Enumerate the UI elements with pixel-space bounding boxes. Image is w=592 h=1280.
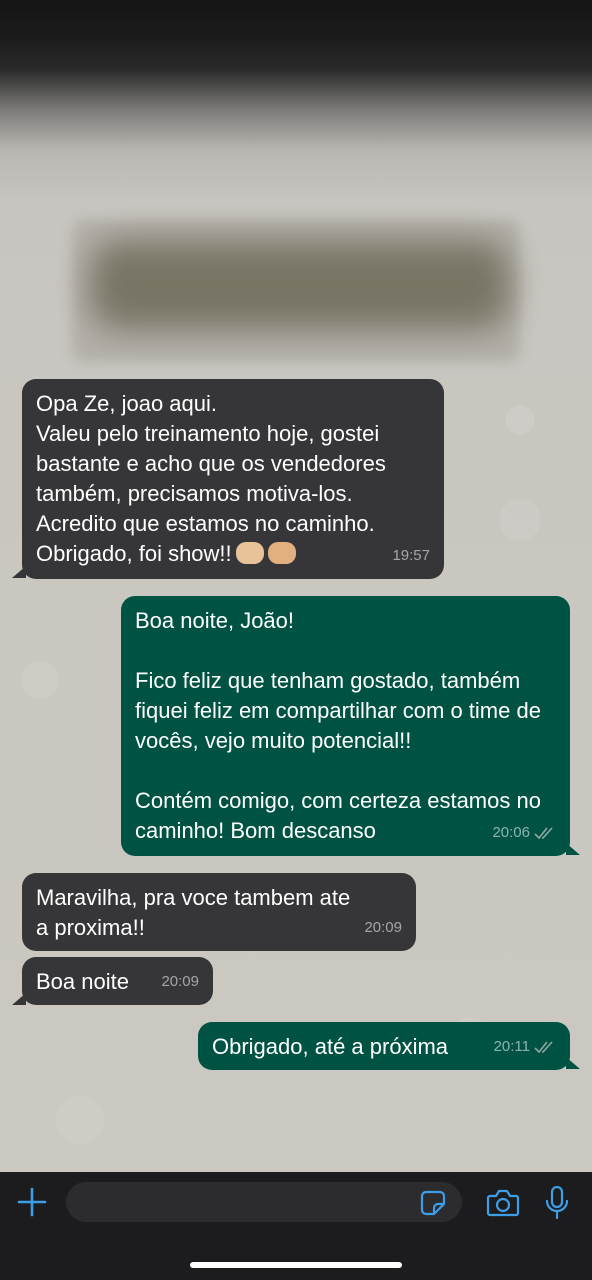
message-input[interactable] <box>66 1182 462 1222</box>
home-indicator[interactable] <box>190 1262 402 1268</box>
message-time: 20:09 <box>161 973 199 990</box>
message-meta: 20:09 <box>161 967 199 997</box>
message-meta: 20:06 <box>492 818 556 848</box>
microphone-icon[interactable] <box>544 1185 570 1221</box>
message-text: Opa Ze, joao aqui. Valeu pelo treinament… <box>36 391 386 566</box>
camera-icon[interactable] <box>486 1188 520 1218</box>
message-meta: 20:09 <box>364 913 402 943</box>
message-meta: 20:11 <box>494 1032 556 1062</box>
blurred-message-content <box>90 240 510 330</box>
message-bubble-outgoing[interactable]: Obrigado, até a próxima 20:11 <box>198 1022 570 1070</box>
sticker-icon[interactable] <box>420 1190 446 1216</box>
message-meta: 19:57 <box>392 541 430 571</box>
plus-icon[interactable] <box>16 1186 48 1218</box>
message-time: 20:09 <box>364 919 402 936</box>
message-time: 20:11 <box>493 1038 530 1055</box>
message-text: Boa noite, João! Fico feliz que tenham g… <box>135 608 541 843</box>
handshake-emoji <box>267 542 296 564</box>
message-bubble-incoming[interactable]: Boa noite 20:09 <box>22 957 213 1005</box>
message-bubble-incoming[interactable]: Maravilha, pra voce tambem ate a proxima… <box>22 873 416 951</box>
message-time: 19:57 <box>392 547 430 564</box>
double-check-icon <box>534 827 553 840</box>
double-check-icon <box>534 1041 553 1054</box>
message-bubble-outgoing[interactable]: Boa noite, João! Fico feliz que tenham g… <box>121 596 570 856</box>
oncoming-fist-emoji <box>235 542 264 564</box>
message-bubble-incoming[interactable]: Opa Ze, joao aqui. Valeu pelo treinament… <box>22 379 444 579</box>
message-time: 20:06 <box>492 824 530 841</box>
message-text: Maravilha, pra voce tambem ate a proxima… <box>36 885 351 940</box>
